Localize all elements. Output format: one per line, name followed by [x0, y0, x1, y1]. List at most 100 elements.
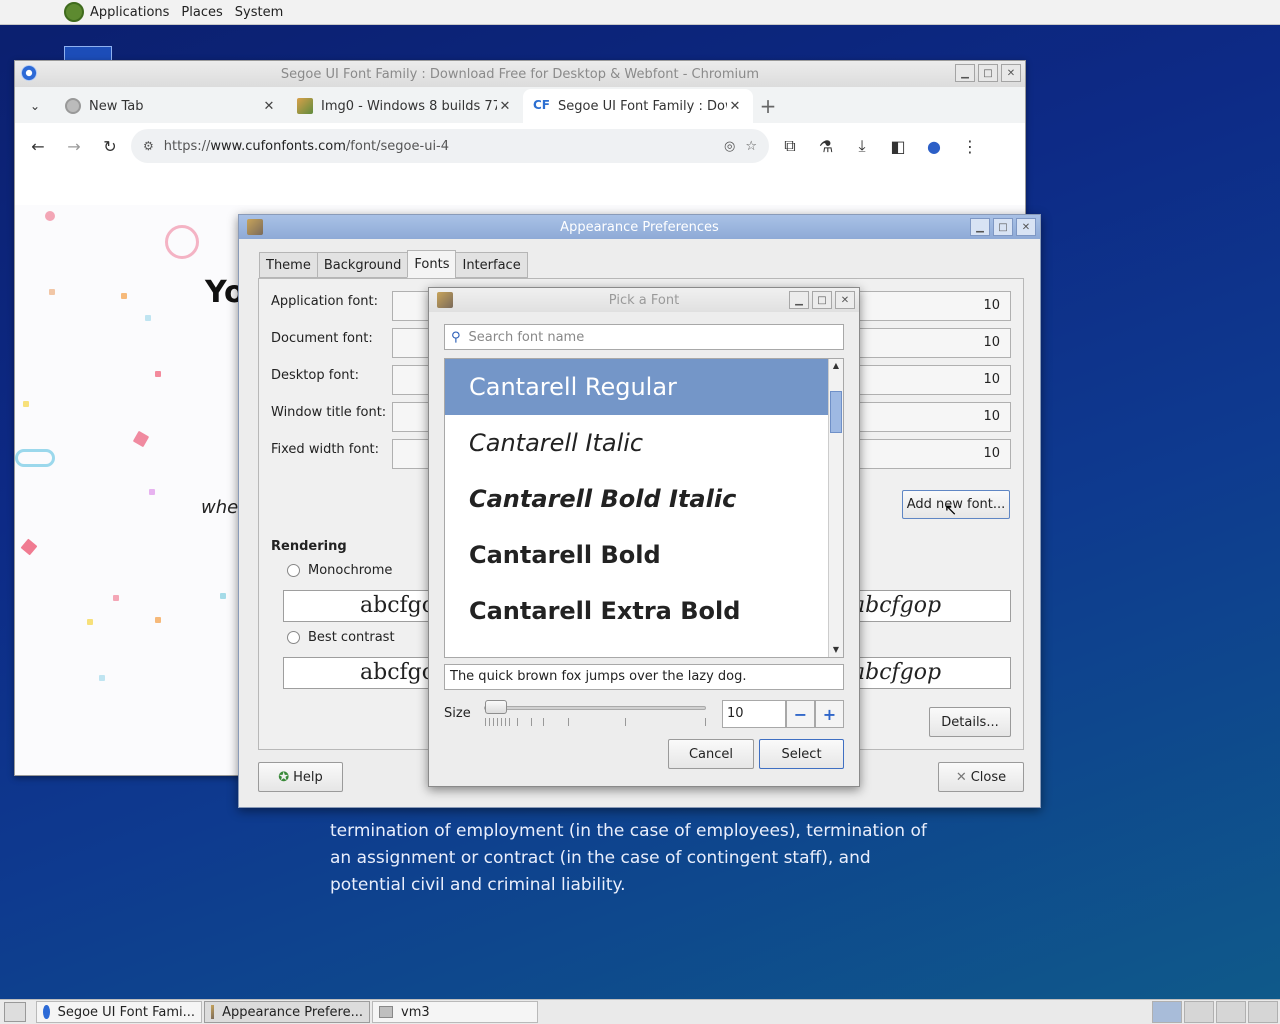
tab-new-tab[interactable]: New Tab ✕ — [55, 89, 287, 123]
increase-plus-icon[interactable]: + — [815, 700, 844, 728]
bookmark-star-icon[interactable]: ☆ — [745, 139, 757, 154]
tab-img0[interactable]: Img0 - Windows 8 builds 77 ✕ — [287, 89, 523, 123]
size-spinbutton: 10 − + — [722, 700, 844, 728]
minimize-button[interactable]: ▁ — [789, 291, 809, 309]
window-title-font-size[interactable]: 10 — [859, 402, 1011, 432]
chrome-menu-icon[interactable]: ⋮ — [955, 131, 985, 161]
tab-close-icon[interactable]: ✕ — [497, 99, 513, 114]
browser-titlebar[interactable]: Segoe UI Font Family : Download Free for… — [15, 61, 1025, 87]
size-label: Size — [444, 706, 471, 721]
cancel-button[interactable]: Cancel — [668, 739, 754, 769]
font-search-input[interactable]: ⚲ Search font name — [444, 324, 844, 350]
taskbar-item-appearance[interactable]: Appearance Prefere... — [204, 1001, 370, 1023]
appearance-title: Appearance Preferences — [560, 219, 719, 235]
side-panel-icon[interactable]: ◧ — [883, 131, 913, 161]
font-list-item[interactable]: Cantarell Extra Bold — [445, 583, 829, 639]
confetti-decoration — [15, 449, 55, 467]
application-font-row: Application font: — [271, 294, 379, 309]
application-font-button[interactable] — [392, 291, 432, 321]
fixed-width-font-button[interactable] — [392, 439, 432, 469]
maximize-button[interactable]: □ — [978, 64, 998, 82]
confetti-decoration — [155, 371, 161, 377]
font-preview-field[interactable]: The quick brown fox jumps over the lazy … — [444, 664, 844, 690]
show-desktop-icon[interactable] — [4, 1002, 26, 1022]
tab-segoe-ui[interactable]: CF Segoe UI Font Family : Down ✕ — [523, 89, 753, 123]
size-slider[interactable] — [484, 706, 706, 710]
select-button[interactable]: Select — [759, 739, 844, 769]
help-button[interactable]: ✪ Help — [258, 762, 343, 792]
font-list-item[interactable]: Cantarell Bold — [445, 527, 829, 583]
bottom-taskbar: Segoe UI Font Fami... Appearance Prefere… — [0, 999, 1280, 1024]
application-font-size[interactable]: 10 — [859, 291, 1011, 321]
size-slider-thumb[interactable] — [485, 700, 507, 714]
new-tab-plus-icon[interactable]: + — [753, 89, 783, 123]
extensions-puzzle-icon[interactable]: ⧉ — [775, 131, 805, 161]
monochrome-option[interactable]: Monochrome — [287, 563, 392, 578]
maximize-button[interactable]: □ — [993, 218, 1013, 236]
decrease-minus-icon[interactable]: − — [786, 700, 815, 728]
confetti-decoration — [87, 619, 93, 625]
close-window-button[interactable]: ✕ Close — [938, 762, 1024, 792]
reload-icon[interactable]: ↻ — [95, 131, 125, 161]
site-info-icon[interactable]: ⚙ — [143, 139, 154, 153]
best-contrast-option[interactable]: Best contrast — [287, 630, 395, 645]
desktop-font-row: Desktop font: — [271, 368, 359, 383]
back-arrow-icon[interactable]: ← — [23, 131, 53, 161]
minimize-button[interactable]: ▁ — [955, 64, 975, 82]
appearance-titlebar[interactable]: Appearance Preferences ▁ □ ✕ — [239, 215, 1040, 239]
close-button[interactable]: ✕ — [1016, 218, 1036, 236]
monochrome-radio[interactable] — [287, 564, 300, 577]
maximize-button[interactable]: □ — [812, 291, 832, 309]
taskbar-item-chromium[interactable]: Segoe UI Font Fami... — [36, 1001, 202, 1023]
font-list-scrollbar[interactable]: ▲ ▼ — [828, 359, 843, 657]
workspace-1[interactable] — [1152, 1001, 1182, 1023]
font-list-item[interactable]: Cantarell Italic — [445, 415, 829, 471]
font-list-item[interactable]: Cantarell Regular — [445, 359, 829, 415]
scrollbar-thumb[interactable] — [830, 391, 842, 433]
best-contrast-radio[interactable] — [287, 631, 300, 644]
size-entry[interactable]: 10 — [722, 700, 786, 728]
forward-arrow-icon[interactable]: → — [59, 131, 89, 161]
applications-menu[interactable]: Applications — [90, 5, 169, 20]
font-list-item[interactable]: Cantarell Bold Italic — [445, 471, 829, 527]
pick-font-app-icon — [437, 292, 453, 308]
labs-flask-icon[interactable]: ⚗ — [811, 131, 841, 161]
document-font-size[interactable]: 10 — [859, 328, 1011, 358]
tab-search-chevron-icon[interactable]: ⌄ — [15, 89, 55, 123]
tab-close-icon[interactable]: ✕ — [727, 99, 743, 114]
desktop-font-button[interactable] — [392, 365, 432, 395]
tab-close-icon[interactable]: ✕ — [261, 99, 277, 114]
tab-theme[interactable]: Theme — [259, 252, 318, 278]
system-menu[interactable]: System — [235, 5, 283, 20]
places-menu[interactable]: Places — [181, 5, 222, 20]
desktop-font-size[interactable]: 10 — [859, 365, 1011, 395]
tab-interface[interactable]: Interface — [455, 252, 528, 278]
close-button[interactable]: ✕ — [1001, 64, 1021, 82]
fixed-width-font-size[interactable]: 10 — [859, 439, 1011, 469]
globe-icon — [65, 98, 81, 114]
url-text[interactable]: https://www.cufonfonts.com/font/segoe-ui… — [164, 139, 714, 154]
distro-logo-icon[interactable] — [64, 2, 84, 22]
font-list[interactable]: Cantarell Regular Cantarell Italic Canta… — [444, 358, 844, 658]
details-button[interactable]: Details... — [929, 707, 1011, 737]
confetti-decoration — [49, 289, 55, 295]
workspace-3[interactable] — [1216, 1001, 1246, 1023]
workspace-2[interactable] — [1184, 1001, 1214, 1023]
best-contrast-sample-right: abcfgop — [859, 657, 1011, 689]
tab-fonts[interactable]: Fonts — [407, 250, 457, 278]
window-title-font-button[interactable] — [392, 402, 432, 432]
pick-font-titlebar[interactable]: Pick a Font ▁ □ ✕ — [429, 288, 859, 312]
profile-avatar-icon[interactable]: ● — [919, 131, 949, 161]
minimize-button[interactable]: ▁ — [970, 218, 990, 236]
search-icon: ⚲ — [451, 329, 461, 345]
address-bar[interactable]: ⚙ https://www.cufonfonts.com/font/segoe-… — [131, 129, 769, 163]
close-button[interactable]: ✕ — [835, 291, 855, 309]
taskbar-item-vm3[interactable]: vm3 — [372, 1001, 538, 1023]
scroll-down-arrow-icon[interactable]: ▼ — [829, 643, 843, 657]
document-font-button[interactable] — [392, 328, 432, 358]
workspace-4[interactable] — [1248, 1001, 1278, 1023]
tab-background[interactable]: Background — [316, 252, 409, 278]
tracking-protection-eye-icon[interactable]: ◎ — [724, 139, 735, 154]
scroll-up-arrow-icon[interactable]: ▲ — [829, 359, 843, 373]
download-icon[interactable]: ⤓ — [847, 131, 877, 161]
